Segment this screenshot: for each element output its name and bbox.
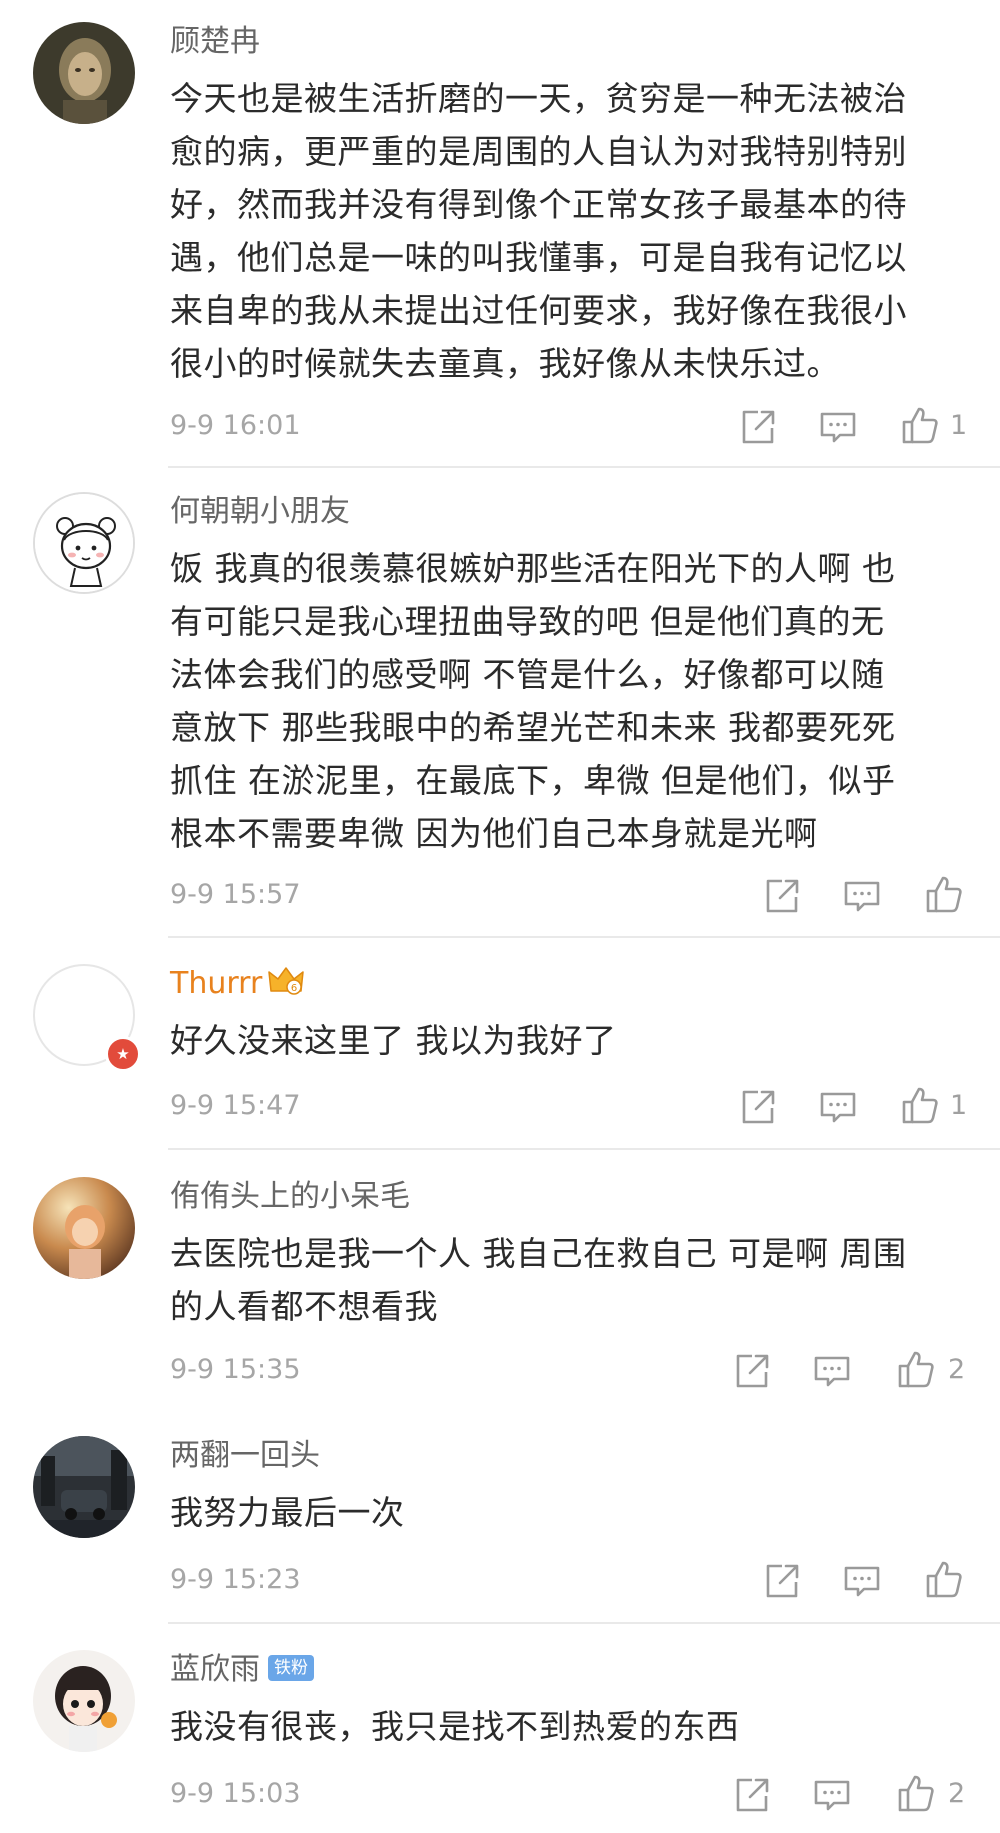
username-text: 蓝欣雨 [170, 1652, 260, 1687]
svg-text:6: 6 [291, 983, 297, 994]
comment-line: 的人看都不想看我 [170, 1287, 438, 1326]
comment-text: 饭 我真的很羡慕很嫉妒那些活在阳光下的人啊 也 有可能只是我心理扭曲导致的吧 但… [170, 542, 980, 860]
divider [168, 1622, 1000, 1624]
comment-text: 我没有很丧，我只是找不到热爱的东西 [170, 1700, 980, 1753]
username[interactable]: 顾楚冉 [170, 22, 260, 62]
like-count: 2 [948, 1778, 966, 1809]
avatar[interactable] [33, 22, 135, 124]
comment-line: 去医院也是我一个人 我自己在救自己 可是啊 周围 [170, 1234, 907, 1273]
like-icon[interactable] [900, 405, 940, 445]
like-count: 1 [950, 410, 968, 441]
avatar[interactable] [33, 1650, 135, 1752]
comment-line: 很小的时候就失去童真，我好像从未快乐过。 [170, 344, 840, 383]
avatar[interactable]: ★ [33, 964, 141, 1072]
comment-text: 我努力最后一次 [170, 1486, 980, 1539]
fan-badge: 铁粉 [268, 1655, 314, 1681]
divider [168, 1148, 1000, 1150]
comment-icon[interactable] [812, 1351, 852, 1391]
comment-icon[interactable] [818, 1087, 858, 1127]
timestamp: 9-9 15:35 [170, 1354, 301, 1385]
timestamp: 9-9 16:01 [170, 410, 301, 441]
like-icon[interactable] [924, 874, 964, 914]
repost-icon[interactable] [738, 407, 778, 447]
username[interactable]: 两翻一回头 [170, 1436, 320, 1476]
avatar[interactable] [33, 1177, 135, 1279]
like-count: 2 [948, 1354, 966, 1385]
repost-icon[interactable] [732, 1351, 772, 1391]
comment-line: 法体会我们的感受啊 不管是什么，好像都可以随 [170, 655, 885, 694]
like-icon[interactable] [896, 1773, 936, 1813]
comment-text: 好久没来这里了 我以为我好了 [170, 1014, 980, 1067]
divider [168, 936, 1000, 938]
comment-line: 好久没来这里了 我以为我好了 [170, 1021, 617, 1060]
comment-line: 今天也是被生活折磨的一天，贫穷是一种无法被治 [170, 79, 907, 118]
comment-icon[interactable] [842, 1561, 882, 1601]
star-icon: ★ [105, 1036, 141, 1072]
comment-line: 抓住 在淤泥里，在最底下，卑微 但是他们，似乎 [170, 761, 896, 800]
repost-icon[interactable] [738, 1087, 778, 1127]
username[interactable]: Thurrr 6 [170, 964, 305, 1004]
comment-icon[interactable] [812, 1775, 852, 1815]
timestamp: 9-9 15:23 [170, 1564, 301, 1595]
username[interactable]: 何朝朝小朋友 [170, 492, 350, 532]
repost-icon[interactable] [762, 1561, 802, 1601]
comment-line: 我没有很丧，我只是找不到热爱的东西 [170, 1707, 740, 1746]
comment-icon[interactable] [842, 876, 882, 916]
comment-line: 我努力最后一次 [170, 1493, 405, 1532]
comment-text: 今天也是被生活折磨的一天，贫穷是一种无法被治 愈的病，更严重的是周围的人自认为对… [170, 72, 980, 390]
comment-icon[interactable] [818, 407, 858, 447]
comment-line: 愈的病，更严重的是周围的人自认为对我特别特别 [170, 132, 907, 171]
divider [168, 466, 1000, 468]
comment-line: 意放下 那些我眼中的希望光芒和未来 我都要死死 [170, 708, 896, 747]
comment-line: 饭 我真的很羡慕很嫉妒那些活在阳光下的人啊 也 [170, 549, 896, 588]
timestamp: 9-9 15:03 [170, 1778, 301, 1809]
timestamp: 9-9 15:57 [170, 879, 301, 910]
like-count: 1 [950, 1090, 968, 1121]
avatar[interactable] [33, 1436, 135, 1538]
comment-line: 根本不需要卑微 因为他们自己本身就是光啊 [170, 814, 818, 853]
like-icon[interactable] [900, 1085, 940, 1125]
username-text: Thurrr [170, 966, 263, 1001]
avatar[interactable] [33, 492, 135, 594]
username[interactable]: 侑侑头上的小呆毛 [170, 1177, 410, 1217]
username[interactable]: 蓝欣雨 铁粉 [170, 1650, 314, 1690]
crown-icon: 6 [268, 965, 305, 997]
like-icon[interactable] [924, 1559, 964, 1599]
repost-icon[interactable] [732, 1775, 772, 1815]
repost-icon[interactable] [762, 876, 802, 916]
comment-feed: 顾楚冉 今天也是被生活折磨的一天，贫穷是一种无法被治 愈的病，更严重的是周围的人… [0, 0, 1000, 1833]
comment-line: 有可能只是我心理扭曲导致的吧 但是他们真的无 [170, 602, 885, 641]
timestamp: 9-9 15:47 [170, 1090, 301, 1121]
comment-line: 来自卑的我从未提出过任何要求，我好像在我很小 [170, 291, 907, 330]
like-icon[interactable] [896, 1349, 936, 1389]
comment-line: 好，然而我并没有得到像个正常女孩子最基本的待 [170, 185, 907, 224]
comment-text: 去医院也是我一个人 我自己在救自己 可是啊 周围 的人看都不想看我 [170, 1227, 980, 1333]
comment-line: 遇，他们总是一味的叫我懂事，可是自我有记忆以 [170, 238, 907, 277]
